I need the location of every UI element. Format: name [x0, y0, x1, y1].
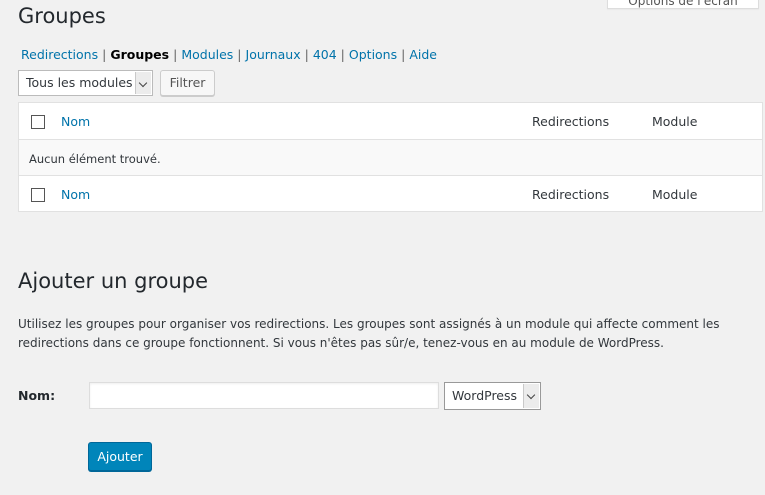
subnav-item-options[interactable]: Options	[349, 47, 397, 62]
group-module-select[interactable]: WordPress	[444, 382, 541, 410]
subnav-item-redirections[interactable]: Redirections	[21, 47, 98, 62]
subnav-item-journaux[interactable]: Journaux	[246, 47, 301, 62]
subnav-separator: |	[304, 47, 309, 62]
add-group-button[interactable]: Ajouter	[88, 442, 152, 471]
select-all-checkbox-footer[interactable]	[31, 188, 45, 202]
add-group-title: Ajouter un groupe	[18, 269, 209, 293]
group-module-value: WordPress	[452, 388, 518, 403]
groups-table: Nom Redirections Module Aucun élément tr…	[18, 102, 763, 212]
table-footer-row: Nom Redirections Module	[19, 175, 762, 212]
column-footer-name[interactable]: Nom	[61, 187, 90, 202]
table-header-row: Nom Redirections Module	[19, 103, 762, 140]
chevron-down-icon	[523, 384, 539, 408]
column-footer-redirections: Redirections	[532, 187, 610, 202]
subnav-links: Redirections | Groupes | Modules | Journaux | 40…	[21, 47, 437, 62]
subnav-item-aide[interactable]: Aide	[409, 47, 437, 62]
subnav-item-modules[interactable]: Modules	[181, 47, 233, 62]
column-footer-module: Module	[652, 187, 698, 202]
group-name-label: Nom:	[18, 388, 56, 403]
screen-options-label: Options de l'écran	[628, 0, 738, 8]
add-group-description: Utilisez les groupes pour organiser vos …	[18, 317, 720, 350]
column-header-redirections: Redirections	[532, 114, 610, 129]
filter-button[interactable]: Filtrer	[160, 70, 215, 96]
module-filter-value: Tous les modules	[26, 75, 133, 90]
page-title: Groupes	[18, 4, 106, 28]
subnav-separator: |	[340, 47, 345, 62]
select-all-checkbox[interactable]	[31, 115, 45, 129]
subnav-item-404[interactable]: 404	[313, 47, 337, 62]
subnav-separator: |	[401, 47, 406, 62]
screen-options-tab[interactable]: Options de l'écran	[607, 0, 759, 9]
module-filter-select[interactable]: Tous les modules	[18, 70, 153, 96]
column-header-name[interactable]: Nom	[61, 114, 90, 129]
subnav-separator: |	[102, 47, 107, 62]
table-empty-row: Aucun élément trouvé.	[19, 140, 762, 176]
group-name-input[interactable]	[89, 382, 439, 409]
empty-message: Aucun élément trouvé.	[29, 152, 161, 166]
subnav-separator: |	[237, 47, 242, 62]
subnav-separator: |	[173, 47, 178, 62]
chevron-down-icon	[135, 72, 151, 94]
subnav-item-groupes[interactable]: Groupes	[110, 47, 169, 62]
column-header-module: Module	[652, 114, 698, 129]
